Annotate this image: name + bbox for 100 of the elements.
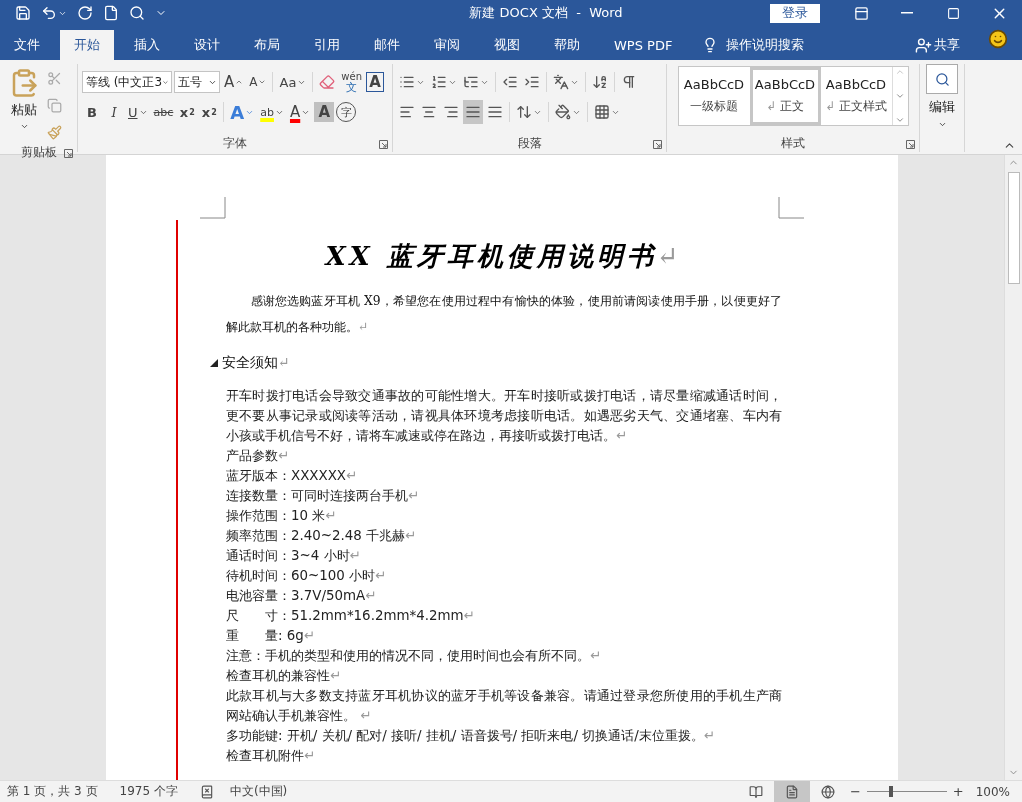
caret-icon xyxy=(895,91,905,101)
italic-button[interactable]: I xyxy=(104,100,124,124)
minimize-icon xyxy=(901,12,913,14)
group-label: 段落 xyxy=(393,134,666,152)
caret-icon xyxy=(258,78,267,86)
undo-icon xyxy=(41,5,57,21)
intro-paragraph: 感谢您选购蓝牙耳机 X9，希望您在使用过程中有愉快的体验，使用前请阅读使用手册，以便更好了解此款耳机的各种功能。↵ xyxy=(226,293,782,336)
ribbon-tab[interactable]: 布局 xyxy=(240,30,294,60)
paste-button[interactable]: 粘贴 xyxy=(4,64,44,144)
highlight-button[interactable]: ab xyxy=(258,100,286,124)
font-color-button[interactable]: A xyxy=(287,100,313,124)
group-label: 剪贴板 xyxy=(0,144,77,161)
zoom-in-button[interactable]: + xyxy=(948,784,968,799)
strikethrough-button[interactable]: abc xyxy=(151,100,176,124)
character-shading-button[interactable]: A xyxy=(314,102,335,122)
tell-me-search[interactable]: 操作说明搜索 xyxy=(696,30,811,60)
vertical-scrollbar[interactable] xyxy=(1004,155,1022,780)
ribbon-tab[interactable]: 审阅 xyxy=(420,30,474,60)
dialog-launcher-icon[interactable] xyxy=(64,149,73,158)
smiley-icon[interactable] xyxy=(988,29,1008,49)
redo-icon xyxy=(77,5,93,21)
ribbon-tab[interactable]: 邮件 xyxy=(360,30,414,60)
body-paragraph: 开车时拨打电话会导致交通事故的可能性增大。开车时接听或拨打电话，请尽量缩减通话时间，更不要从事记录或阅读等活动，请视具体环境考虑接听电话。如遇恶劣天气、交通堵塞、车内有小孩或手机信号不好，请将车减速或停在路边，再接听或拨打电话。↵ xyxy=(226,387,782,445)
dialog-launcher-icon[interactable] xyxy=(379,140,388,149)
zoom-level: 100% xyxy=(975,784,1010,799)
font-name-field[interactable]: 等线 (中文正3 xyxy=(82,71,172,93)
body-paragraph: 产品参数↵ xyxy=(226,447,291,465)
line-spacing-icon xyxy=(516,104,532,120)
dialog-launcher-icon[interactable] xyxy=(906,140,915,149)
window-title: 新建 DOCX 文档 - Word xyxy=(468,4,624,22)
sort-icon xyxy=(592,74,608,90)
group-label: 字体 xyxy=(78,134,392,152)
globe-icon xyxy=(820,784,835,799)
body-paragraph: 操作范围：10 米↵ xyxy=(226,507,338,525)
collapse-triangle-icon[interactable] xyxy=(210,359,218,367)
increase-indent-icon xyxy=(524,74,540,90)
ribbon-tab[interactable]: 视图 xyxy=(480,30,534,60)
eraser-icon xyxy=(319,74,336,90)
dialog-launcher-icon[interactable] xyxy=(653,140,662,149)
ribbon-tab[interactable]: WPS PDF xyxy=(600,30,687,60)
text-effects-button[interactable]: A xyxy=(228,100,257,124)
ribbon-tab[interactable]: 文件 xyxy=(0,30,54,60)
proofing-icon[interactable] xyxy=(199,784,214,799)
character-border-button[interactable]: A xyxy=(366,72,384,92)
sign-in-button[interactable]: 登录 xyxy=(770,3,820,23)
borders-icon xyxy=(594,104,610,120)
scissors-icon xyxy=(46,70,62,86)
superscript-button[interactable]: x$^{2}$ xyxy=(199,100,220,124)
language-label: 中文(中国) xyxy=(229,783,288,800)
page-count: 第 1 页，共 3 页 xyxy=(7,783,98,800)
more-styles-icon xyxy=(895,115,905,125)
asian-layout-icon xyxy=(553,74,569,90)
body-paragraph: 频率范围：2.40~2.48 千兆赫↵ xyxy=(226,527,418,545)
caret-icon xyxy=(19,122,29,131)
group-label: 样式 xyxy=(667,134,919,152)
shrink-font-button[interactable]: A xyxy=(247,70,269,94)
scrollbar-thumb[interactable] xyxy=(1007,172,1020,284)
align-right-icon xyxy=(443,104,459,120)
font-size-field[interactable]: 五号 xyxy=(174,71,220,93)
zoom-out-button[interactable]: − xyxy=(845,784,865,799)
ribbon-tab[interactable]: 开始 xyxy=(60,30,114,60)
search-icon xyxy=(934,71,950,87)
body-paragraph: 待机时间：60~100 小时↵ xyxy=(226,567,388,585)
search-icon xyxy=(129,5,145,21)
ribbon-tab[interactable]: 引用 xyxy=(300,30,354,60)
phonetic-guide-button[interactable]: wén 文 xyxy=(339,70,364,94)
editing-button[interactable]: 编辑 xyxy=(920,64,964,134)
body-paragraph: 重 量: 6g↵ xyxy=(226,627,317,645)
bullets-icon xyxy=(399,74,415,90)
paintbrush-icon xyxy=(46,124,62,140)
body-paragraph: 注意：手机的类型和使用的情况不同，使用时间也会有所不同。↵ xyxy=(226,647,603,665)
ribbon-tab[interactable]: 插入 xyxy=(120,30,174,60)
align-left-icon xyxy=(399,104,415,120)
crop-mark xyxy=(778,197,804,219)
word-count: 1975 个字 xyxy=(119,783,178,800)
multilevel-list-icon xyxy=(463,74,479,90)
new-document-icon xyxy=(103,5,119,21)
print-view-button[interactable] xyxy=(773,781,810,802)
paragraph-marks-icon xyxy=(621,74,637,90)
ribbon-tab[interactable]: 帮助 xyxy=(540,30,594,60)
change-case-button[interactable]: Aa xyxy=(277,70,309,94)
zoom-slider-thumb[interactable] xyxy=(888,786,893,797)
body-paragraph: 此款耳机与大多数支持蓝牙耳机协议的蓝牙手机等设备兼容。请通过登录您所使用的手机生产商网站确认手机兼容性。 ↵ xyxy=(226,687,782,725)
align-center-icon xyxy=(421,104,437,120)
body-paragraph: 连接数量：可同时连接两台手机↵ xyxy=(226,487,421,505)
justify-button[interactable] xyxy=(463,100,483,124)
underline-button[interactable]: U xyxy=(126,100,150,124)
crop-mark xyxy=(200,197,226,219)
save-icon xyxy=(15,5,31,21)
body-paragraph: 电池容量：3.7V/50mA↵ xyxy=(226,587,378,605)
ribbon-tab[interactable]: 设计 xyxy=(180,30,234,60)
share-button[interactable]: 共享 xyxy=(909,30,966,60)
style-item[interactable]: AaBbCcD ↲ 正文 xyxy=(749,67,821,125)
page-icon xyxy=(784,784,799,799)
distributed-icon xyxy=(487,104,503,120)
grow-font-button[interactable]: A xyxy=(222,70,246,94)
body-paragraph: 多功能键: 开机/ 关机/ 配对/ 接听/ 挂机/ 语音拨号/ 拒听来电/ 切换通话/末位重拨。↵ xyxy=(226,727,716,745)
bold-button[interactable]: B xyxy=(82,100,102,124)
shading-icon xyxy=(555,104,571,120)
body-paragraph: 蓝牙版本：XXXXXX↵ xyxy=(226,467,359,485)
